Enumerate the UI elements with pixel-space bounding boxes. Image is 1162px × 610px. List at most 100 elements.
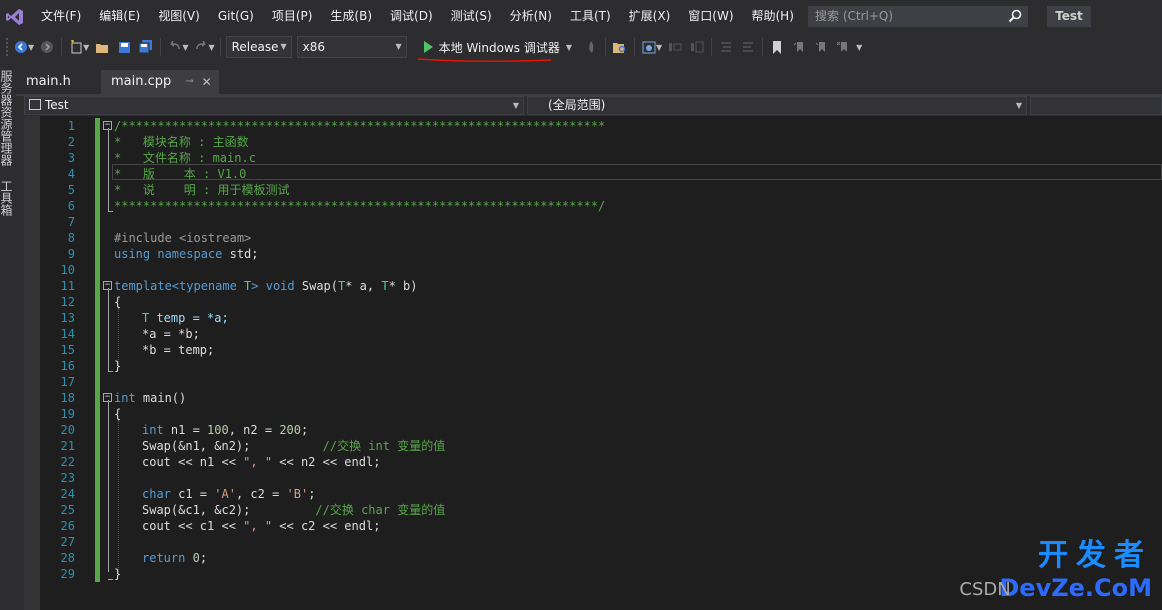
- chevron-down-icon[interactable]: ▼: [656, 43, 662, 52]
- configuration-select[interactable]: Release ▼: [225, 36, 292, 58]
- search-input[interactable]: 搜索 (Ctrl+Q): [808, 6, 1028, 27]
- menu-build[interactable]: 生成(B): [321, 0, 381, 33]
- bookmark-icon[interactable]: [766, 36, 788, 58]
- close-icon[interactable]: ✕: [202, 70, 212, 94]
- watermark-csdn: CSDN: [959, 579, 1011, 600]
- code-text: int n1 = 100, n2 = 200;: [142, 423, 309, 437]
- clear-bookmarks-icon[interactable]: [832, 36, 854, 58]
- chevron-down-icon[interactable]: ▼: [208, 43, 214, 52]
- tab-main-h[interactable]: main.h: [16, 70, 101, 94]
- line-number: 20: [60, 423, 75, 437]
- chevron-down-icon[interactable]: ▼: [28, 43, 34, 52]
- code-line: 25 Swap(&c1, &c2); //交换 char 变量的值: [24, 502, 1162, 518]
- project-icon: [29, 99, 41, 110]
- toolbar-overflow-icon[interactable]: ▼: [856, 43, 862, 52]
- line-number: 8: [67, 231, 75, 245]
- code-text: *a = *b;: [142, 327, 200, 341]
- line-number: 4: [67, 167, 75, 181]
- save-icon[interactable]: [113, 36, 135, 58]
- platform-select[interactable]: x86 ▼: [296, 36, 407, 58]
- code-text: * 文件名称 : main.c: [114, 151, 256, 165]
- line-number: 25: [60, 503, 75, 517]
- global-scope-value: (全局范围): [548, 98, 606, 112]
- code-line: 17: [24, 374, 1162, 390]
- code-editor[interactable]: 1 − /***********************************…: [24, 116, 1162, 610]
- code-line: 9 using namespace std;: [24, 246, 1162, 262]
- code-line: 7: [24, 214, 1162, 230]
- menu-test[interactable]: 测试(S): [442, 0, 501, 33]
- line-number: 24: [60, 487, 75, 501]
- menu-git[interactable]: Git(G): [209, 0, 263, 33]
- code-text: char c1 = 'A', c2 = 'B';: [142, 487, 316, 501]
- code-line: 24 char c1 = 'A', c2 = 'B';: [24, 486, 1162, 502]
- toolbar-separator: [219, 38, 221, 56]
- menu-edit[interactable]: 编辑(E): [90, 0, 149, 33]
- line-number: 13: [60, 311, 75, 325]
- global-scope-select[interactable]: (全局范围) ▼: [527, 96, 1027, 115]
- code-text: T temp = *a;: [142, 311, 229, 325]
- left-tool-strip: 服务器资源管理器 工具箱: [0, 68, 16, 610]
- chevron-down-icon[interactable]: ▼: [182, 43, 188, 52]
- find-in-files-icon[interactable]: [609, 36, 631, 58]
- toolbar-separator: [160, 38, 162, 56]
- server-explorer-tab[interactable]: 服务器资源管理器: [0, 70, 15, 166]
- menu-debug[interactable]: 调试(D): [381, 0, 442, 33]
- hot-reload-icon[interactable]: [580, 36, 602, 58]
- step-into-icon[interactable]: [664, 36, 686, 58]
- start-debugging-button[interactable]: 本地 Windows 调试器 ▼: [417, 36, 576, 63]
- line-number: 29: [60, 567, 75, 581]
- comment-lines-icon[interactable]: [715, 36, 737, 58]
- code-text: template<typename T> void Swap(T* a, T* …: [114, 279, 418, 293]
- menu-extensions[interactable]: 扩展(X): [620, 0, 680, 33]
- project-scope-select[interactable]: Test ▼: [24, 96, 524, 115]
- chevron-down-icon: ▼: [1015, 101, 1022, 110]
- uncomment-lines-icon[interactable]: [737, 36, 759, 58]
- menu-project[interactable]: 项目(P): [263, 0, 322, 33]
- code-text: Swap(&n1, &n2); //交换 int 变量的值: [142, 439, 446, 453]
- code-line: 15 *b = temp;: [24, 342, 1162, 358]
- menu-tools[interactable]: 工具(T): [561, 0, 620, 33]
- toolbox-tab[interactable]: 工具箱: [0, 180, 15, 216]
- tab-main-cpp[interactable]: main.cpp ⊸ ✕: [101, 70, 219, 94]
- fold-toggle-icon[interactable]: −: [103, 281, 112, 290]
- code-line: 5 * 说 明 : 用于模板测试: [24, 182, 1162, 198]
- fold-toggle-icon[interactable]: −: [103, 393, 112, 402]
- code-line: 12 {: [24, 294, 1162, 310]
- menu-window[interactable]: 窗口(W): [679, 0, 742, 33]
- line-number: 23: [60, 471, 75, 485]
- code-line: 11 − template<typename T> void Swap(T* a…: [24, 278, 1162, 294]
- tab-label: main.cpp: [111, 74, 172, 89]
- solution-name-badge[interactable]: Test: [1047, 6, 1091, 27]
- toolbar-separator: [604, 38, 606, 56]
- open-folder-icon[interactable]: [91, 36, 113, 58]
- menu-file[interactable]: 文件(F): [32, 0, 90, 33]
- line-number: 2: [67, 135, 75, 149]
- code-line: 23: [24, 470, 1162, 486]
- line-number: 19: [60, 407, 75, 421]
- chevron-down-icon[interactable]: ▼: [566, 43, 572, 52]
- watermark: 开发者 DevZe.CoM CSDN: [959, 530, 1152, 602]
- fold-toggle-icon[interactable]: −: [103, 121, 112, 130]
- next-bookmark-icon[interactable]: [810, 36, 832, 58]
- previous-bookmark-icon[interactable]: [788, 36, 810, 58]
- code-text: *b = temp;: [142, 343, 215, 357]
- save-all-icon[interactable]: [135, 36, 157, 58]
- menu-help[interactable]: 帮助(H): [743, 0, 803, 33]
- toolbar-separator: [711, 38, 713, 56]
- menu-view[interactable]: 视图(V): [149, 0, 209, 33]
- code-text: Swap(&c1, &c2); //交换 char 变量的值: [142, 503, 446, 517]
- search-placeholder: 搜索 (Ctrl+Q): [815, 9, 894, 23]
- code-text: using namespace std;: [114, 247, 259, 261]
- line-number: 15: [60, 343, 75, 357]
- menu-analyze[interactable]: 分析(N): [501, 0, 561, 33]
- pin-icon[interactable]: ⊸: [185, 70, 193, 94]
- step-over-icon[interactable]: [686, 36, 708, 58]
- code-text: cout << c1 << ", " << c2 << endl;: [142, 519, 381, 533]
- navigate-forward-icon[interactable]: [36, 36, 58, 58]
- line-number: 9: [67, 247, 75, 261]
- code-text: }: [114, 567, 122, 581]
- code-text: int main(): [114, 391, 187, 405]
- member-scope-select[interactable]: [1030, 96, 1162, 115]
- chevron-down-icon[interactable]: ▼: [83, 43, 89, 52]
- code-text: * 说 明 : 用于模板测试: [114, 183, 290, 197]
